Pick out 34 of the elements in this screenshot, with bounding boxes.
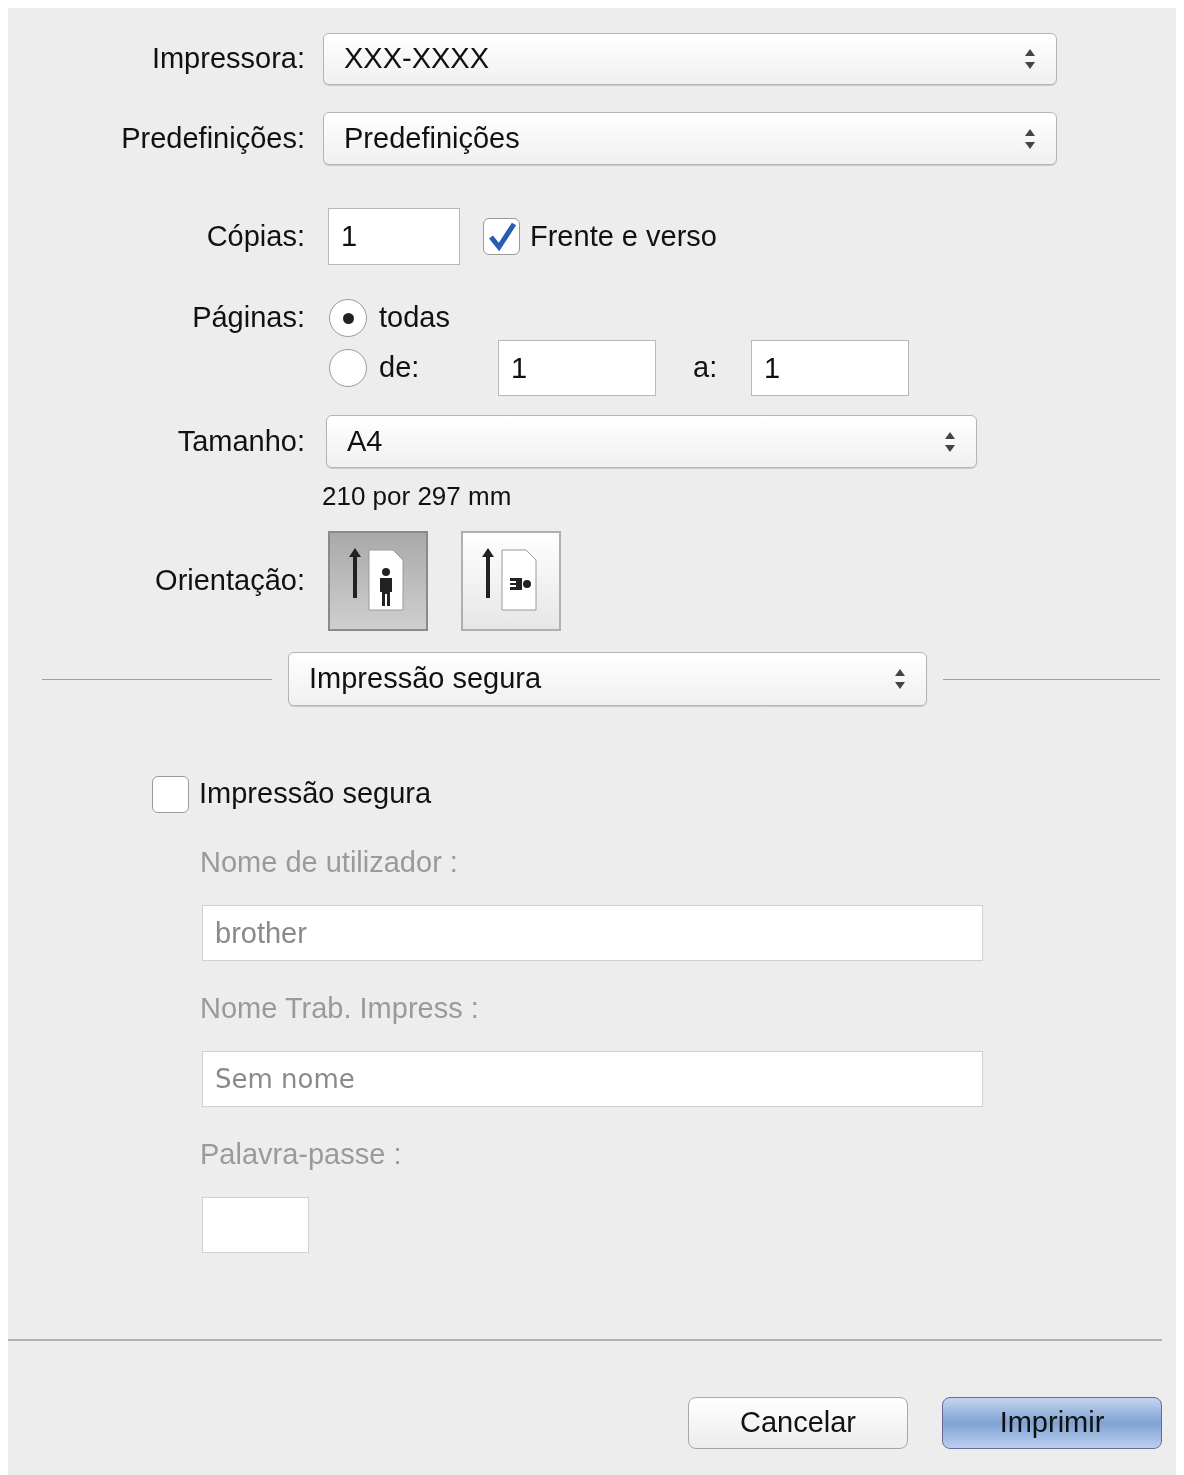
checkbox[interactable] [483,218,520,255]
field-label: a: [693,350,719,386]
radio-button[interactable] [329,299,367,337]
field-label: Impressora: [150,41,305,77]
field-label: Páginas: [191,300,305,336]
field-label: Nome Trab. Impress : [200,991,479,1027]
stepper-arrows-icon [1024,127,1036,150]
field-label: Nome de utilizador : [200,845,458,881]
field-label: Predefinições: [120,120,305,156]
orientation-button[interactable] [328,531,428,631]
stepper-arrows-icon [944,430,956,453]
orientation-button[interactable] [461,531,561,631]
input-field[interactable]: 1 [498,340,656,396]
dialog-button[interactable]: Cancelar [688,1397,908,1449]
popup-menu[interactable]: Predefinições [323,112,1057,165]
input-field[interactable]: 1 [751,340,909,396]
radio-button[interactable] [329,349,367,387]
checkbox-label: Impressão segura [199,776,432,812]
radio-label: de: [379,350,421,386]
checkbox[interactable] [152,775,189,813]
field-label: Tamanho: [176,423,305,459]
input-field[interactable]: 1 [328,208,460,265]
field-label: Palavra-passe : [200,1137,402,1173]
stepper-arrows-icon [1024,48,1036,70]
radio-label: todas [379,300,451,336]
popup-menu[interactable]: Impressão segura [288,652,927,706]
field-label: Cópias: [205,218,305,254]
stepper-arrows-icon [894,668,906,690]
checkbox-label: Frente e verso [530,218,717,254]
paper-dimensions: 210 por 297 mm [322,479,512,513]
dialog-button[interactable]: Imprimir [942,1397,1162,1449]
popup-menu[interactable]: A4 [326,415,977,468]
popup-menu[interactable]: XXX-XXXX [323,33,1057,85]
field-label: Orientação: [154,563,305,599]
